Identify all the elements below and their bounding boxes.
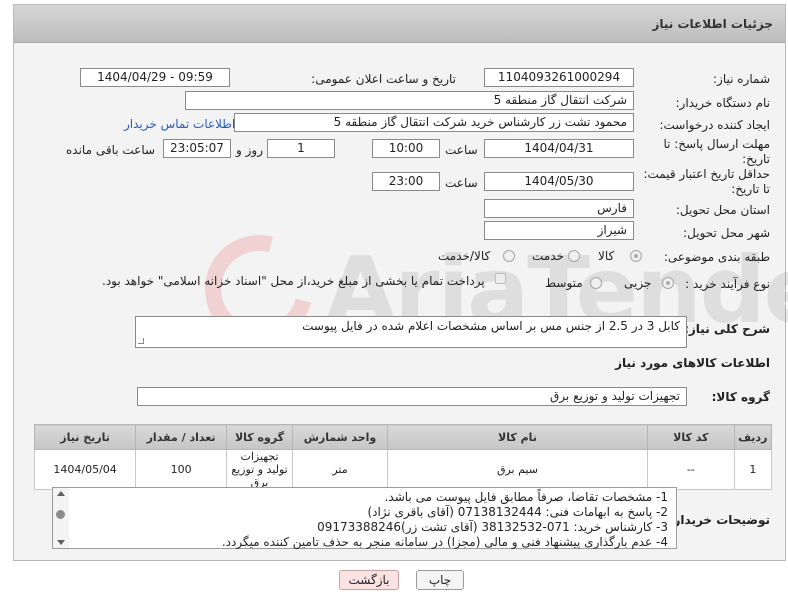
category-label: طبقه بندی موضوعی: (663, 250, 770, 264)
category-goods-radio[interactable] (630, 250, 642, 262)
price-valid-time-label: ساعت (445, 176, 478, 190)
scroll-thumb-icon[interactable] (56, 510, 65, 519)
category-goods-service-radio[interactable] (503, 250, 515, 262)
process-label: نوع فرآیند خرید : (685, 277, 770, 291)
announce-date-field[interactable]: 1404/04/29 - 09:59 (80, 68, 230, 87)
description-label: شرح کلی نیاز: (684, 322, 770, 336)
notes-scrollbar[interactable] (53, 488, 69, 548)
price-valid-time-field[interactable]: 23:00 (372, 172, 440, 191)
scroll-up-icon[interactable] (57, 491, 65, 496)
col-name-header: نام کالا (386, 424, 648, 450)
remaining-time-field[interactable]: 23:05:07 (163, 139, 231, 158)
requester-label: ایجاد کننده درخواست: (659, 118, 770, 132)
print-button[interactable]: چاپ (416, 570, 464, 590)
cell-code: -- (646, 449, 735, 490)
need-number-label: شماره نیاز: (713, 72, 770, 86)
requester-field[interactable]: محمود تشت زر کارشناس خرید شرکت انتقال گا… (234, 113, 634, 132)
col-date-header: تاریخ نیاز (33, 424, 137, 450)
resize-grip-icon[interactable] (138, 338, 144, 344)
price-valid-label: حداقل تاریخ اعتبار قیمت: تا تاریخ: (643, 167, 770, 196)
process-minor-label: جزیی (624, 276, 652, 290)
remaining-label: ساعت باقی مانده (66, 143, 156, 157)
category-service-label: خدمت (532, 249, 564, 263)
col-qty-header: تعداد / مقدار (135, 424, 227, 450)
process-minor-radio[interactable] (662, 277, 674, 289)
page-title: جزئیات اطلاعات نیاز (652, 17, 773, 31)
cell-group: تجهیزات تولید و توزیع برق (225, 449, 294, 490)
announce-label: تاریخ و ساعت اعلان عمومی: (311, 72, 456, 86)
price-valid-date-field[interactable]: 1404/05/30 (484, 172, 634, 191)
note-line: 3- کارشناس خرید: 071-38132532 (آقای تشت … (317, 520, 668, 534)
buyer-notes-box[interactable]: 1- مشخصات تقاضا، صرفاً مطابق فایل پیوست … (52, 487, 677, 549)
cell-name: سیم برق (386, 449, 648, 490)
cell-row: 1 (733, 449, 773, 490)
description-field[interactable]: کابل 3 در 2.5 از جنس مس بر اساس مشخصات ا… (135, 316, 687, 348)
cell-date: 1404/05/04 (33, 449, 137, 490)
days-label: روز و (236, 143, 263, 157)
goods-group-label: گروه کالا: (711, 390, 770, 404)
buyer-org-field[interactable]: شرکت انتقال گاز منطقه 5 (185, 91, 634, 110)
province-label: استان محل تحویل: (675, 203, 770, 217)
deadline-time-field[interactable]: 10:00 (372, 139, 440, 158)
buyer-org-label: نام دستگاه خریدار: (675, 96, 771, 110)
deadline-label: مهلت ارسال پاسخ: تا تاریخ: (663, 137, 770, 166)
scroll-down-icon[interactable] (57, 540, 65, 545)
category-goods-label: کالا (598, 249, 615, 263)
back-button[interactable]: بازگشت (339, 570, 399, 590)
category-goods-service-label: کالا/خدمت (438, 249, 491, 263)
col-unit-header: واحد شمارش (292, 424, 388, 450)
province-field[interactable]: فارس (484, 199, 634, 218)
note-line: 4- عدم بارگذاری پیشنهاد فنی و مالی (مجزا… (221, 535, 668, 549)
cell-unit: متر (292, 449, 388, 490)
city-label: شهر محل تحویل: (683, 226, 770, 240)
deadline-time-label: ساعت (445, 143, 478, 157)
note-line: 2- پاسخ به ابهامات فنی: 07138132444 (آقا… (367, 505, 668, 519)
items-table: ردیف کد کالا نام کالا واحد شمارش گروه کا… (33, 424, 773, 490)
table-row[interactable]: 1 -- سیم برق متر تجهیزات تولید و توزیع ب… (33, 449, 773, 490)
category-service-radio[interactable] (568, 250, 580, 262)
treasury-payment-checkbox[interactable] (495, 273, 506, 284)
col-code-header: کد کالا (646, 424, 735, 450)
days-field[interactable]: 1 (267, 139, 335, 158)
deadline-date-field[interactable]: 1404/04/31 (484, 139, 634, 158)
panel-header: جزئیات اطلاعات نیاز (14, 5, 785, 43)
note-line: 1- مشخصات تقاضا، صرفاً مطابق فایل پیوست … (384, 490, 668, 504)
process-medium-radio[interactable] (590, 277, 602, 289)
table-header-row: ردیف کد کالا نام کالا واحد شمارش گروه کا… (33, 424, 773, 450)
cell-qty: 100 (135, 449, 227, 490)
city-field[interactable]: شیراز (484, 221, 634, 240)
col-group-header: گروه کالا (225, 424, 294, 450)
goods-group-field[interactable]: تجهیزات تولید و توزیع برق (137, 387, 687, 406)
buyer-notes-label: توضیحات خریدار: (668, 513, 770, 527)
treasury-payment-note: پرداخت تمام یا بخشی از مبلغ خرید،از محل … (102, 274, 485, 288)
need-number-field[interactable]: 1104093261000294 (484, 68, 634, 87)
process-medium-label: متوسط (545, 276, 583, 290)
col-row-header: ردیف (733, 424, 773, 450)
buyer-contact-link[interactable]: اطلاعات تماس خریدار (124, 117, 235, 131)
goods-info-title: اطلاعات کالاهای مورد نیاز (615, 356, 770, 370)
